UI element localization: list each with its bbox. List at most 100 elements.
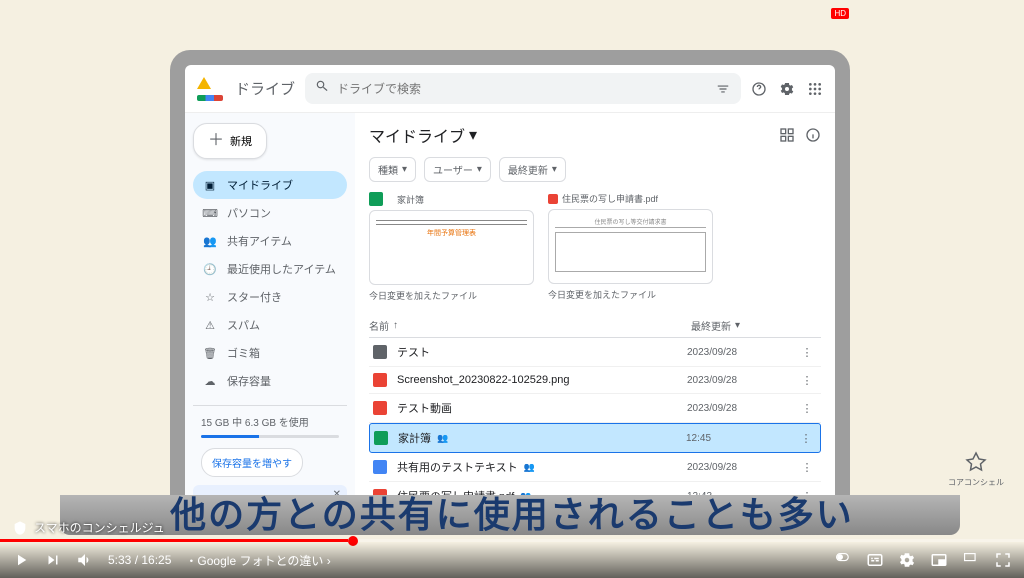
new-button[interactable]: ＋ 新規 xyxy=(193,123,267,159)
search-icon xyxy=(315,79,329,98)
file-type-icon xyxy=(373,460,387,474)
laptop-base xyxy=(60,495,960,535)
filter-chip[interactable]: ユーザー ▾ xyxy=(424,157,491,182)
next-icon[interactable] xyxy=(44,551,62,569)
sidebar-item-5[interactable]: ⚠ スパム xyxy=(193,311,347,339)
file-type-icon xyxy=(373,373,387,387)
shared-icon: 👥 xyxy=(524,462,535,473)
volume-icon[interactable] xyxy=(76,551,94,569)
nav-icon: 🗑 xyxy=(203,346,217,360)
chevron-down-icon: ▾ xyxy=(735,320,740,331)
storage-text: 15 GB 中 6.3 GB を使用 xyxy=(201,414,339,429)
chevron-down-icon: ▾ xyxy=(469,125,477,145)
search-input[interactable] xyxy=(337,82,707,96)
nav-icon: ☆ xyxy=(203,290,217,304)
more-icon[interactable]: ⋮ xyxy=(797,402,817,415)
brand-watermark: コアコンシェル xyxy=(948,451,1004,488)
column-date[interactable]: 最終更新 ▾ xyxy=(691,318,801,333)
sidebar-item-label: スパム xyxy=(227,317,260,333)
theater-icon[interactable] xyxy=(962,551,980,569)
sidebar-item-6[interactable]: 🗑 ゴミ箱 xyxy=(193,339,347,367)
sidebar-item-1[interactable]: ⌨ パソコン xyxy=(193,199,347,227)
file-type-icon xyxy=(373,401,387,415)
breadcrumb-title[interactable]: マイドライブ ▾ xyxy=(369,123,477,147)
autoplay-toggle-icon[interactable] xyxy=(834,551,852,569)
fullscreen-icon[interactable] xyxy=(994,551,1012,569)
help-icon[interactable] xyxy=(751,81,767,97)
sidebar-item-label: パソコン xyxy=(227,205,271,221)
more-icon[interactable]: ⋮ xyxy=(797,346,817,359)
filter-chip[interactable]: 種類 ▾ xyxy=(369,157,416,182)
info-icon[interactable] xyxy=(805,127,821,143)
sidebar-item-3[interactable]: 🕘 最近使用したアイテム xyxy=(193,255,347,283)
file-date: 2023/09/28 xyxy=(687,347,797,358)
card-caption: 今日変更を加えたファイル xyxy=(548,288,713,301)
file-row[interactable]: 共有用のテストテキスト 👥 2023/09/28 ⋮ xyxy=(369,453,821,482)
filter-chip[interactable]: 最終更新 ▾ xyxy=(499,157,566,182)
column-name[interactable]: 名前 ↑ xyxy=(369,318,691,333)
video-controls: 5:33 / 16:25 ・Google フォトとの違い › xyxy=(0,542,1024,578)
sidebar-item-label: マイドライブ xyxy=(227,177,293,193)
play-icon[interactable] xyxy=(12,551,30,569)
storage-bar xyxy=(201,435,339,438)
sidebar-item-7[interactable]: ☁ 保存容量 xyxy=(193,367,347,395)
sidebar-item-label: スター付き xyxy=(227,289,282,305)
nav-icon: ⚠ xyxy=(203,318,217,332)
suggestion-card[interactable]: 家計簿 年間予算管理表 今日変更を加えたファイル xyxy=(369,192,534,302)
nav-icon: 🕘 xyxy=(203,262,217,276)
file-date: 2023/09/28 xyxy=(687,462,797,473)
subtitles-icon[interactable] xyxy=(866,551,884,569)
miniplayer-icon[interactable] xyxy=(930,551,948,569)
nav-icon: ⌨ xyxy=(203,206,217,220)
shared-icon: 👥 xyxy=(437,433,448,444)
card-caption: 今日変更を加えたファイル xyxy=(369,289,534,302)
more-icon[interactable]: ⋮ xyxy=(797,374,817,387)
drive-header: ドライブ xyxy=(185,65,835,113)
gear-icon[interactable] xyxy=(779,81,795,97)
grid-view-icon[interactable] xyxy=(779,127,795,143)
file-name: Screenshot_20230822-102529.png xyxy=(397,374,687,386)
file-type-icon xyxy=(374,431,388,445)
suggestion-card[interactable]: 住民票の写し申請書.pdf 住民票の写し等交付請求書 今日変更を加えたファイル xyxy=(548,192,713,302)
chevron-down-icon: ▾ xyxy=(402,164,407,175)
chevron-down-icon: ▾ xyxy=(552,164,557,175)
file-type-icon xyxy=(373,345,387,359)
nav-icon: ▣ xyxy=(203,178,217,192)
file-date: 2023/09/28 xyxy=(687,375,797,386)
sort-arrow-icon: ↑ xyxy=(393,320,398,331)
file-row[interactable]: テスト動画 2023/09/28 ⋮ xyxy=(369,394,821,423)
file-name: 家計簿 👥 xyxy=(398,430,686,446)
sidebar-item-label: 保存容量 xyxy=(227,373,271,389)
channel-tag[interactable]: スマホのコンシェルジュ xyxy=(12,519,165,536)
sidebar-item-label: 共有アイテム xyxy=(227,233,292,249)
file-date: 12:45 xyxy=(686,433,796,444)
hd-badge: HD xyxy=(831,8,849,19)
sidebar-item-4[interactable]: ☆ スター付き xyxy=(193,283,347,311)
file-row[interactable]: 家計簿 👥 12:45 ⋮ xyxy=(369,423,821,453)
storage-upgrade-button[interactable]: 保存容量を増やす xyxy=(201,448,303,477)
card-thumbnail: 年間予算管理表 xyxy=(369,210,534,285)
file-row[interactable]: テスト 2023/09/28 ⋮ xyxy=(369,338,821,367)
apps-icon[interactable] xyxy=(807,81,823,97)
sidebar-item-0[interactable]: ▣ マイドライブ xyxy=(193,171,347,199)
sidebar-item-label: ゴミ箱 xyxy=(227,345,260,361)
sidebar-item-2[interactable]: 👥 共有アイテム xyxy=(193,227,347,255)
sheets-icon xyxy=(369,192,383,206)
sidebar-item-label: 最近使用したアイテム xyxy=(227,261,336,277)
filter-icon[interactable] xyxy=(715,81,731,97)
file-row[interactable]: Screenshot_20230822-102529.png 2023/09/2… xyxy=(369,367,821,394)
more-icon[interactable]: ⋮ xyxy=(797,461,817,474)
list-header: 名前 ↑ 最終更新 ▾ xyxy=(369,314,821,338)
sidebar: ＋ 新規 ▣ マイドライブ ⌨ パソコン 👥 共有アイテム 🕘 最近使用したアイテム ☆ スター付… xyxy=(185,113,355,520)
file-name: 共有用のテストテキスト 👥 xyxy=(397,459,687,475)
pdf-icon xyxy=(548,194,558,204)
chevron-right-icon: › xyxy=(327,554,331,568)
chapter-label[interactable]: ・Google フォトとの違い › xyxy=(185,552,330,569)
nav-icon: 👥 xyxy=(203,234,217,248)
more-icon[interactable]: ⋮ xyxy=(796,432,816,445)
nav-icon: ☁ xyxy=(203,374,217,388)
file-name: テスト動画 xyxy=(397,400,687,416)
search-bar[interactable] xyxy=(305,73,741,104)
video-time: 5:33 / 16:25 xyxy=(108,553,171,567)
settings-icon[interactable] xyxy=(898,551,916,569)
